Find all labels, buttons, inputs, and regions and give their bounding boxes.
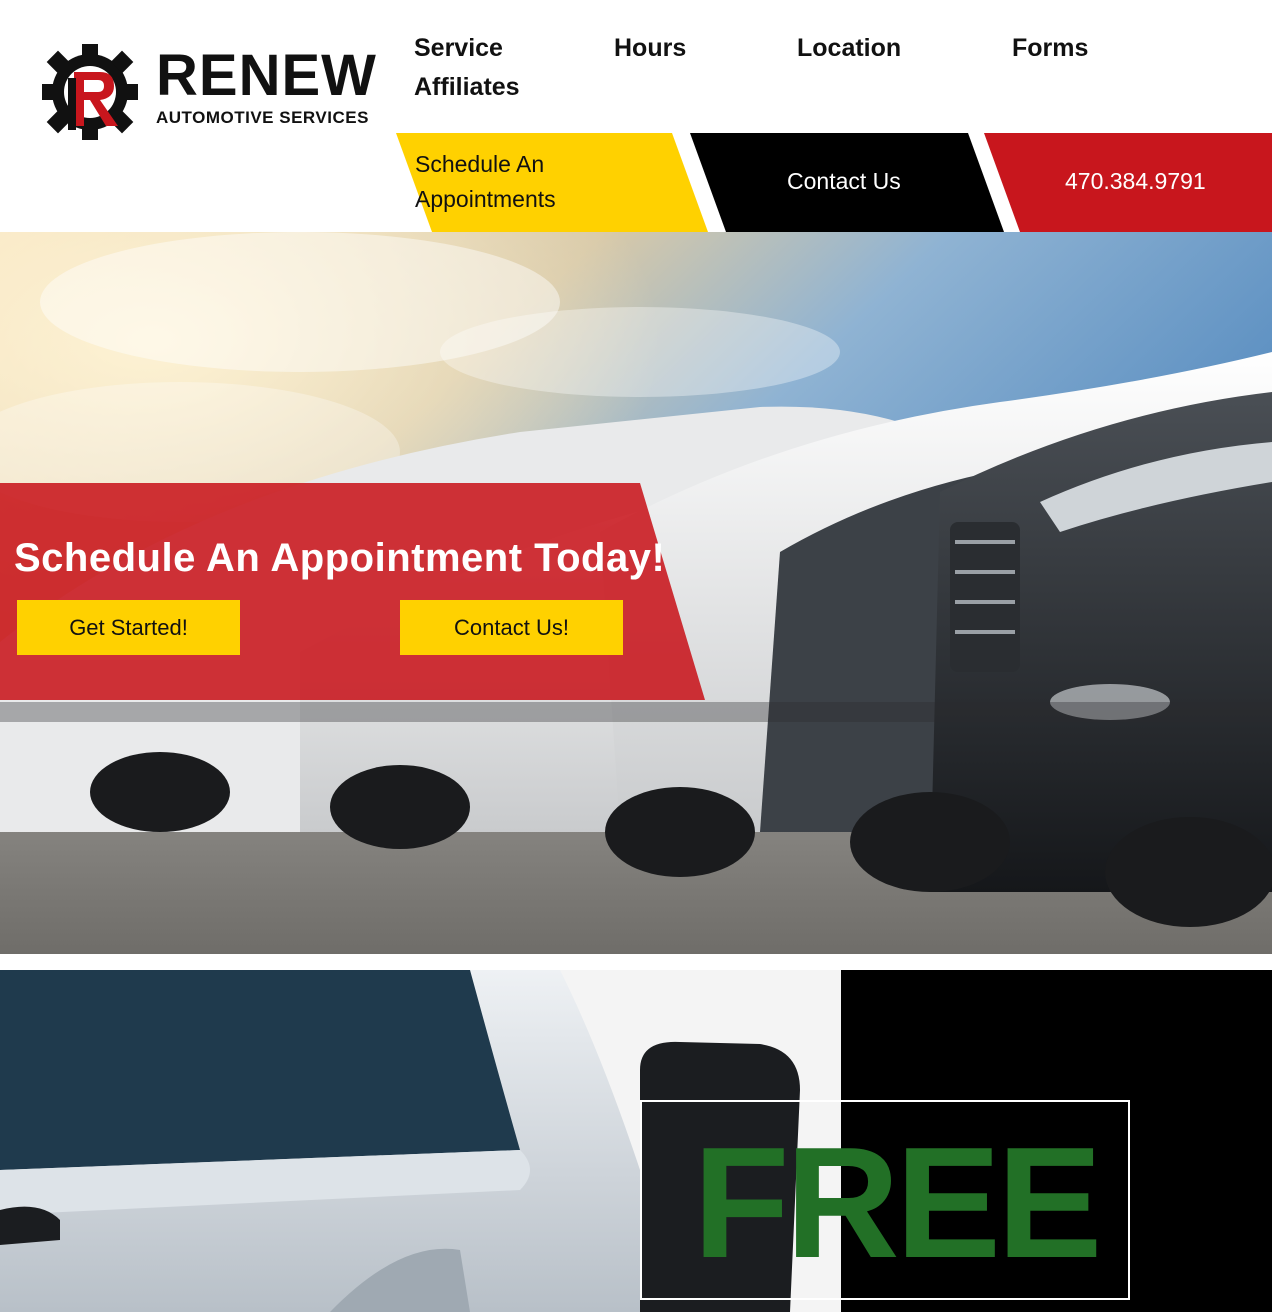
hero-headline: Schedule An Appointment Today!	[14, 536, 666, 580]
nav-item-location[interactable]: Location	[797, 29, 901, 68]
schedule-appointment-button[interactable]: Schedule An Appointments	[415, 147, 556, 217]
cta-bar: Schedule An Appointments Contact Us 470.…	[396, 133, 1272, 232]
nav-item-service[interactable]: Service	[414, 29, 503, 68]
schedule-label-line1: Schedule An	[415, 151, 545, 177]
free-offer-headline: FREE	[693, 1115, 1102, 1291]
nav-item-affiliates[interactable]: Affiliates	[414, 68, 520, 107]
site-header: RENEW AUTOMOTIVE SERVICES Service Hours …	[0, 0, 1272, 232]
brand-logo[interactable]: RENEW AUTOMOTIVE SERVICES	[38, 42, 398, 142]
hero-contact-button[interactable]: Contact Us!	[400, 600, 623, 655]
brand-wordmark: RENEW	[156, 43, 377, 108]
phone-link[interactable]: 470.384.9791	[1065, 164, 1206, 199]
hero-car-lot-image	[0, 232, 1272, 954]
schedule-label-line2: Appointments	[415, 186, 556, 212]
get-started-button[interactable]: Get Started!	[17, 600, 240, 655]
nav-item-forms[interactable]: Forms	[1012, 29, 1088, 68]
contact-us-button[interactable]: Contact Us	[787, 164, 901, 199]
nav-item-hours[interactable]: Hours	[614, 29, 686, 68]
hero-section: Schedule An Appointment Today! Get Start…	[0, 232, 1272, 954]
brand-tagline: AUTOMOTIVE SERVICES	[156, 108, 369, 127]
gear-r-logo-icon	[42, 44, 138, 140]
